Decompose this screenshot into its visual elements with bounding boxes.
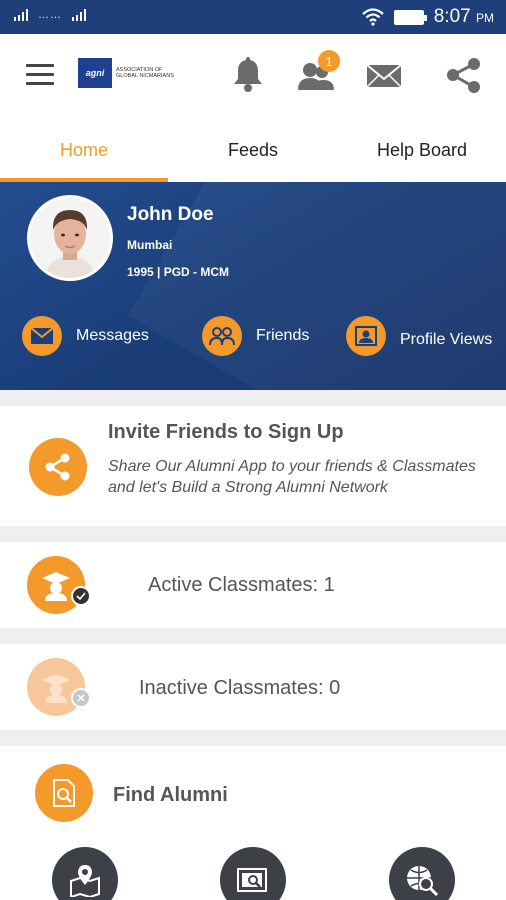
tab-feeds[interactable]: Feeds — [169, 118, 337, 182]
profile-card-icon — [346, 316, 386, 356]
find-worldwide-button[interactable] — [389, 847, 455, 900]
status-bar: …… 8:07 PM — [0, 0, 506, 34]
profile-views-action[interactable]: Profile Views — [346, 316, 492, 356]
inactive-classmates-card[interactable]: Inactive Classmates: 0 — [0, 644, 506, 730]
search-directory-icon — [237, 868, 267, 892]
signal-indicators: …… — [14, 9, 86, 21]
check-icon — [71, 586, 91, 606]
invite-card[interactable]: Invite Friends to Sign Up Share Our Alum… — [0, 406, 506, 526]
mail-icon — [366, 64, 402, 88]
map-location-icon — [70, 865, 100, 897]
messages-button[interactable] — [364, 56, 404, 94]
friends-label: Friends — [256, 327, 310, 344]
invite-title: Invite Friends to Sign Up — [108, 421, 344, 443]
tab-bar: Home Feeds Help Board — [0, 118, 506, 182]
logo: agni ASSOCIATION OF GLOBAL NICMARIANS — [78, 58, 178, 88]
share-button[interactable] — [444, 56, 484, 94]
close-icon — [71, 688, 91, 708]
friends-action[interactable]: Friends — [202, 316, 309, 356]
messages-action[interactable]: Messages — [22, 316, 149, 356]
active-classmates-card[interactable]: Active Classmates: 1 — [0, 542, 506, 628]
signal-icon — [72, 9, 86, 21]
notifications-button[interactable] — [228, 56, 268, 94]
profile-city: Mumbai — [127, 238, 173, 252]
find-alumni-card: Find Alumni — [0, 746, 506, 900]
graduate-icon — [27, 556, 85, 614]
tab-help-board[interactable]: Help Board — [338, 118, 506, 182]
notification-badge: 1 — [318, 50, 340, 72]
logo-mark: agni — [78, 58, 112, 88]
friends-icon — [202, 316, 242, 356]
menu-button[interactable] — [26, 64, 54, 86]
share-icon — [447, 58, 480, 93]
globe-search-icon — [407, 866, 439, 897]
profile-header: John Doe Mumbai 1995 | PGD - MCM Message… — [0, 182, 506, 390]
find-alumni-title: Find Alumni — [113, 784, 228, 806]
profile-batch: 1995 | PGD - MCM — [127, 265, 230, 279]
battery-icon — [393, 9, 427, 25]
profile-photo — [30, 198, 110, 278]
graduate-icon — [27, 658, 85, 716]
inactive-classmates-label: Inactive Classmates: 0 — [139, 677, 341, 699]
find-by-location-button[interactable] — [52, 847, 118, 900]
wifi-icon — [361, 8, 384, 26]
logo-text: ASSOCIATION OF GLOBAL NICMARIANS — [116, 67, 174, 79]
clock: 8:07 PM — [433, 6, 494, 27]
profile-views-label: Profile Views — [400, 331, 493, 348]
active-classmates-label: Active Classmates: 1 — [148, 574, 335, 596]
app-bar: agni ASSOCIATION OF GLOBAL NICMARIANS 1 — [0, 34, 506, 118]
find-by-directory-button[interactable] — [220, 847, 286, 900]
network-label: …… — [38, 9, 62, 21]
avatar[interactable] — [27, 195, 113, 281]
document-search-icon — [53, 779, 75, 807]
messages-label: Messages — [76, 327, 149, 344]
find-alumni-button[interactable] — [35, 764, 93, 822]
invite-description: Share Our Alumni App to your friends & C… — [108, 458, 476, 496]
tab-home[interactable]: Home — [0, 118, 168, 182]
bell-icon — [234, 57, 262, 92]
profile-name: John Doe — [127, 204, 214, 225]
friend-requests-button[interactable]: 1 — [296, 50, 340, 94]
share-icon — [29, 438, 87, 496]
mail-icon — [22, 316, 62, 356]
signal-icon — [14, 9, 28, 21]
